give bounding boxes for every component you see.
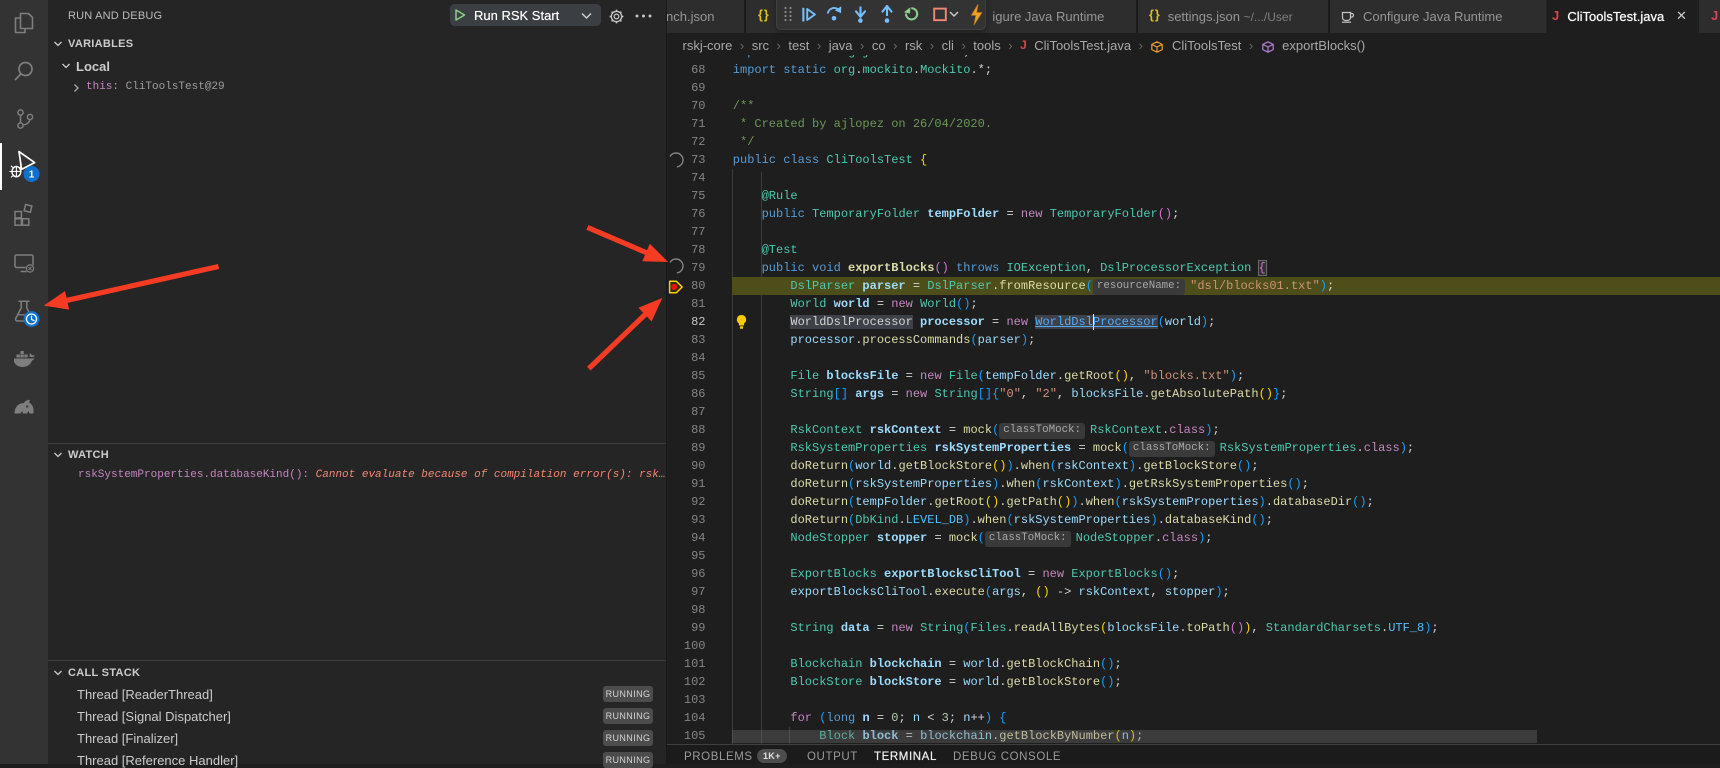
- svg-text:1: 1: [29, 170, 35, 181]
